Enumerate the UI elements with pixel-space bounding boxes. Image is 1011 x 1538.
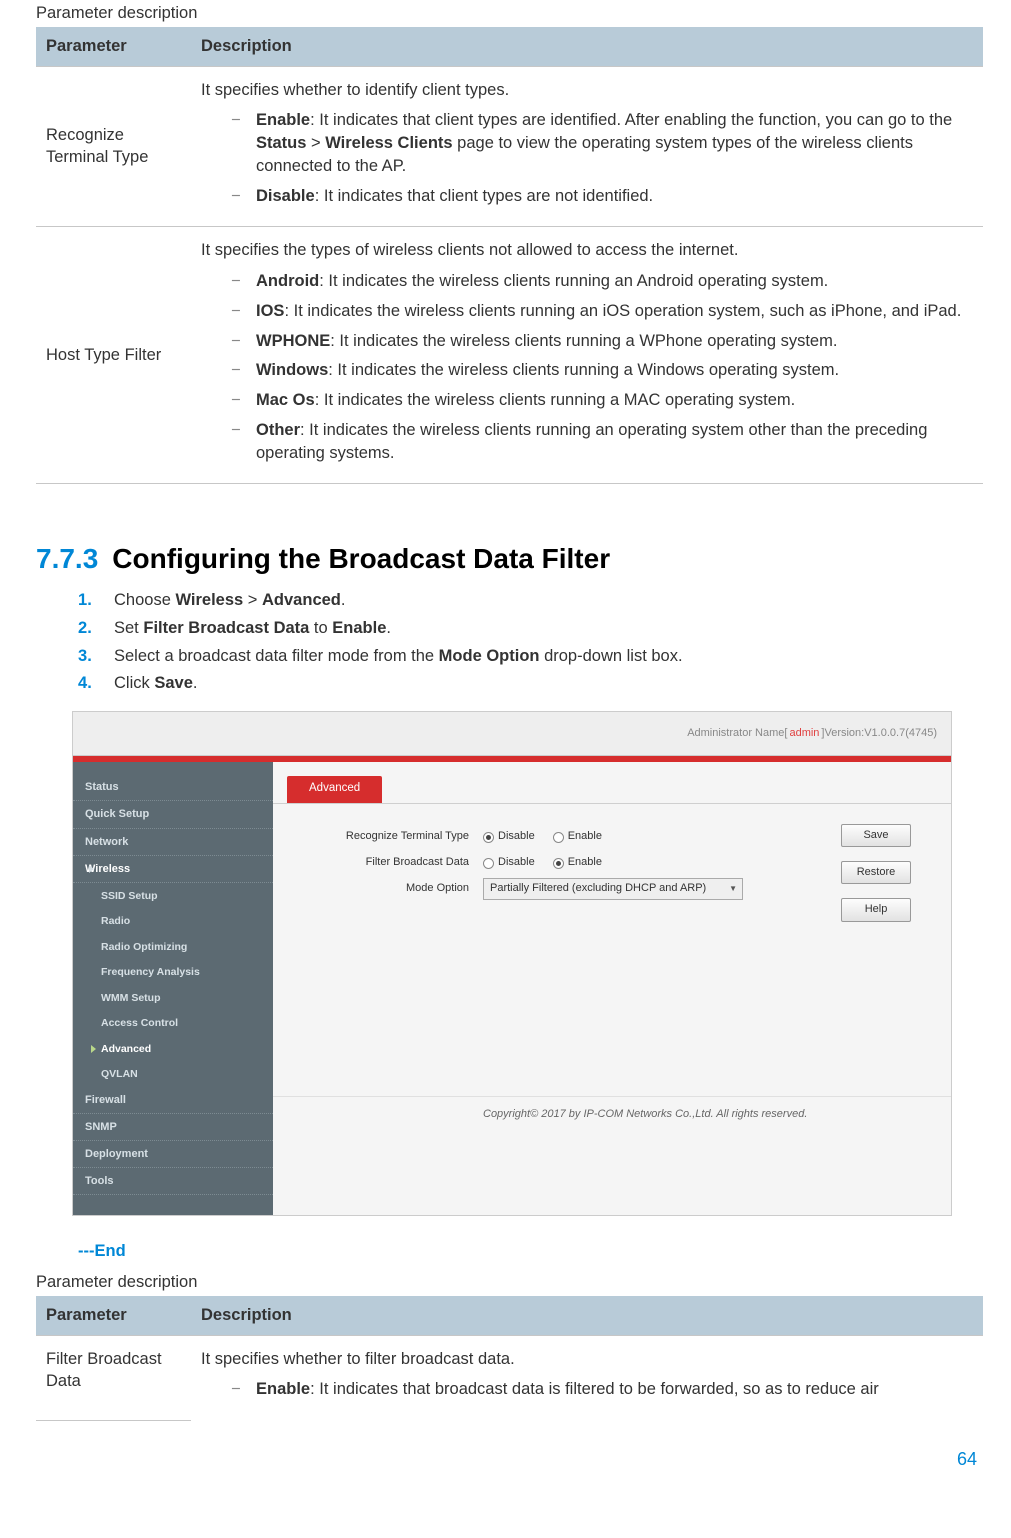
- tab-advanced[interactable]: Advanced: [287, 776, 382, 803]
- radio-fbd-disable[interactable]: Disable: [483, 855, 535, 870]
- sidebar-item-tools[interactable]: Tools: [73, 1168, 273, 1195]
- param-table-1: Parameter Description Recognize Terminal…: [36, 27, 983, 485]
- tab-row: Advanced: [273, 762, 951, 804]
- sidebar-item-deployment[interactable]: Deployment: [73, 1141, 273, 1168]
- desc-intro: It specifies whether to filter broadcast…: [201, 1348, 973, 1371]
- table2-title: Parameter description: [36, 1271, 983, 1294]
- sidebar-item-snmp[interactable]: SNMP: [73, 1114, 273, 1141]
- screenshot-panel: Administrator Name[admin]Version:V1.0.0.…: [72, 711, 952, 1216]
- list-item: WPHONE: It indicates the wireless client…: [231, 330, 973, 353]
- sidebar-item-quicksetup[interactable]: Quick Setup: [73, 801, 273, 828]
- list-item: IOS: It indicates the wireless clients r…: [231, 300, 973, 323]
- mode-select[interactable]: Partially Filtered (excluding DHCP and A…: [483, 878, 743, 899]
- admin-info: Administrator Name[admin]Version:V1.0.0.…: [687, 726, 937, 741]
- list-item: Windows: It indicates the wireless clien…: [231, 359, 973, 382]
- sidebar-item-status[interactable]: Status: [73, 774, 273, 801]
- sidebar-sub-accessctl[interactable]: Access Control: [73, 1010, 273, 1035]
- sidebar-item-firewall[interactable]: Firewall: [73, 1087, 273, 1114]
- step-list: Choose Wireless > Advanced. Set Filter B…: [78, 589, 983, 695]
- section-title: Configuring the Broadcast Data Filter: [112, 540, 610, 579]
- sidebar-sub-ssid[interactable]: SSID Setup: [73, 883, 273, 908]
- list-item: Other: It indicates the wireless clients…: [231, 419, 973, 465]
- radio-fbd-enable[interactable]: Enable: [553, 855, 602, 870]
- step-item: Select a broadcast data filter mode from…: [78, 645, 983, 668]
- sidebar-item-wireless[interactable]: Wireless: [73, 856, 273, 883]
- step-item: Click Save.: [78, 672, 983, 695]
- label-mode: Mode Option: [293, 881, 483, 896]
- help-button[interactable]: Help: [841, 898, 911, 921]
- shot-footer: Copyright© 2017 by IP-COM Networks Co.,L…: [273, 1096, 951, 1136]
- step-item: Choose Wireless > Advanced.: [78, 589, 983, 612]
- desc-intro: It specifies whether to identify client …: [201, 79, 973, 102]
- row-rtt: Recognize Terminal Type Disable Enable: [293, 824, 841, 850]
- th-param: Parameter: [36, 1296, 191, 1335]
- sidebar-sub-freq[interactable]: Frequency Analysis: [73, 959, 273, 984]
- list-item: Enable: It indicates that broadcast data…: [231, 1378, 973, 1401]
- end-marker: ---End: [78, 1240, 983, 1263]
- sidebar: Status Quick Setup Network Wireless SSID…: [73, 762, 273, 1215]
- table-row: Filter Broadcast Data It specifies wheth…: [36, 1335, 983, 1420]
- sidebar-sub-wmm[interactable]: WMM Setup: [73, 985, 273, 1010]
- section-heading: 7.7.3 Configuring the Broadcast Data Fil…: [36, 540, 983, 579]
- restore-button[interactable]: Restore: [841, 861, 911, 884]
- step-item: Set Filter Broadcast Data to Enable.: [78, 617, 983, 640]
- table-row: Host Type Filter It specifies the types …: [36, 227, 983, 484]
- page-number: 64: [36, 1447, 983, 1472]
- row-mode: Mode Option Partially Filtered (excludin…: [293, 876, 841, 902]
- th-desc: Description: [191, 27, 983, 66]
- desc-intro: It specifies the types of wireless clien…: [201, 239, 973, 262]
- th-param: Parameter: [36, 27, 191, 66]
- sidebar-sub-radio[interactable]: Radio: [73, 908, 273, 933]
- radio-rtt-enable[interactable]: Enable: [553, 829, 602, 844]
- param-table-2: Parameter Description Filter Broadcast D…: [36, 1296, 983, 1421]
- sidebar-sub-advanced[interactable]: Advanced: [73, 1036, 273, 1061]
- list-item: Disable: It indicates that client types …: [231, 185, 973, 208]
- sidebar-sub-qvlan[interactable]: QVLAN: [73, 1061, 273, 1086]
- save-button[interactable]: Save: [841, 824, 911, 847]
- list-item: Mac Os: It indicates the wireless client…: [231, 389, 973, 412]
- th-desc: Description: [191, 1296, 983, 1335]
- label-rtt: Recognize Terminal Type: [293, 829, 483, 844]
- sidebar-sub-radioopt[interactable]: Radio Optimizing: [73, 934, 273, 959]
- table-row: Recognize Terminal Type It specifies whe…: [36, 66, 983, 227]
- radio-rtt-disable[interactable]: Disable: [483, 829, 535, 844]
- section-number: 7.7.3: [36, 540, 98, 579]
- shot-topbar: Administrator Name[admin]Version:V1.0.0.…: [73, 712, 951, 756]
- list-item: Android: It indicates the wireless clien…: [231, 270, 973, 293]
- sidebar-item-network[interactable]: Network: [73, 829, 273, 856]
- table1-title: Parameter description: [36, 2, 983, 25]
- row-fbd: Filter Broadcast Data Disable Enable: [293, 850, 841, 876]
- param-name: Filter Broadcast Data: [36, 1335, 191, 1420]
- param-name: Recognize Terminal Type: [36, 66, 191, 227]
- param-name: Host Type Filter: [36, 227, 191, 484]
- list-item: Enable: It indicates that client types a…: [231, 109, 973, 177]
- label-fbd: Filter Broadcast Data: [293, 855, 483, 870]
